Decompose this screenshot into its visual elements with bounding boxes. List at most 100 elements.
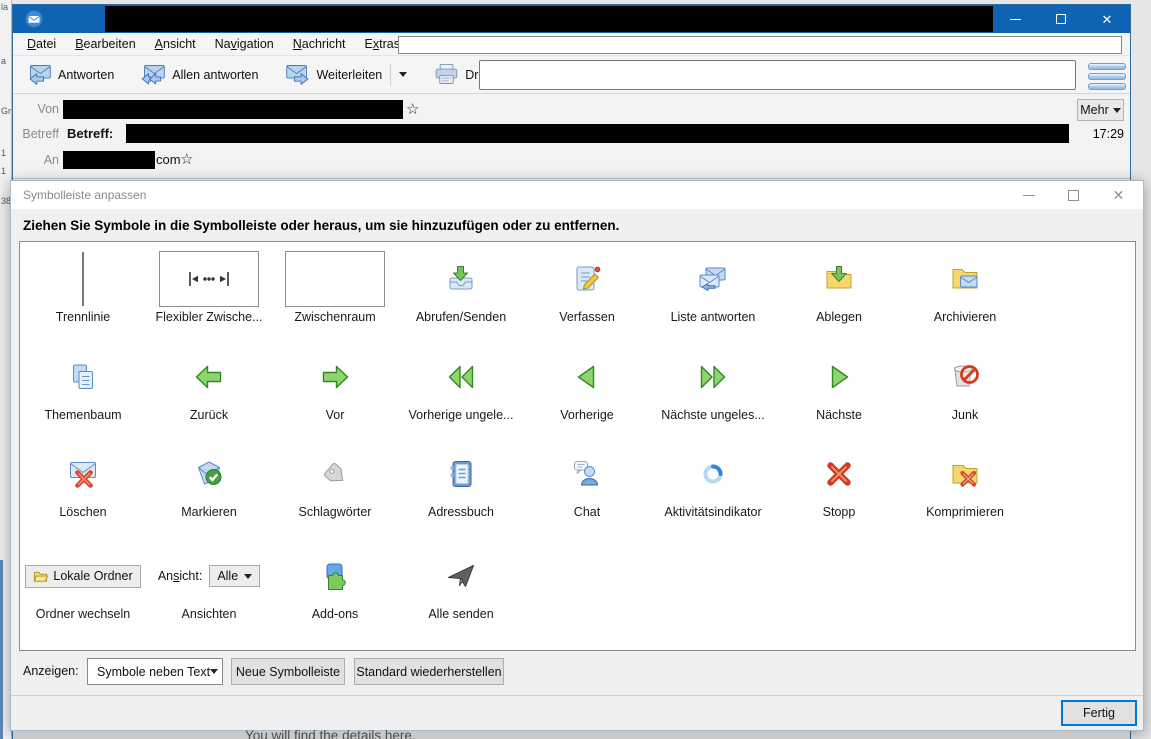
menu-item-ansicht[interactable]: Ansicht [155, 37, 196, 51]
weiterleiten-button[interactable]: Weiterleiten [278, 60, 388, 89]
palette-item-markieren[interactable]: Markieren [146, 445, 272, 519]
palette-item-label: Nächste ungeles... [661, 408, 765, 422]
palette-item-zur-ck[interactable]: Zurück [146, 348, 272, 422]
minimize-icon [1023, 195, 1035, 196]
palette-item-aktivit-tsindikator[interactable]: Aktivitätsindikator [650, 445, 776, 519]
stop-icon [823, 458, 855, 490]
background-text-fragment: 1 [1, 166, 12, 176]
more-button[interactable]: Mehr [1077, 99, 1124, 121]
antworten-button[interactable]: Antworten [20, 60, 120, 89]
palette-item-label: Löschen [59, 505, 106, 519]
palette-item-alle-senden[interactable]: Alle senden [398, 547, 524, 621]
star-icon[interactable]: ☆ [406, 102, 419, 117]
dialog-minimize-button[interactable] [1006, 181, 1051, 209]
minimize-icon [1010, 19, 1021, 20]
palette-item-label: Schlagwörter [299, 505, 372, 519]
palette-item-themenbaum[interactable]: Themenbaum [20, 348, 146, 422]
local-folders-button[interactable]: Lokale Ordner [25, 565, 140, 588]
print-icon [433, 63, 460, 86]
star-icon[interactable]: ☆ [180, 152, 193, 167]
allen-antworten-button[interactable]: Allen antworten [134, 60, 264, 89]
palette-item-ordner-wechseln[interactable]: Lokale Ordner Ordner wechseln [20, 547, 146, 621]
close-button[interactable]: ✕ [1084, 5, 1130, 33]
restore-default-button[interactable]: Standard wiederherstellen [354, 658, 504, 685]
thunderbird-app-icon [25, 10, 43, 28]
maximize-icon [1056, 14, 1066, 24]
palette-item-chat[interactable]: Chat [524, 445, 650, 519]
palette-item-zwischenraum[interactable]: Zwischenraum [272, 250, 398, 324]
palette-item-vorherige-ungele[interactable]: Vorherige ungele... [398, 348, 524, 422]
view-dropdown[interactable]: Alle [209, 565, 260, 587]
palette-item-label: Junk [952, 408, 978, 422]
next-icon [823, 361, 855, 393]
menu-item-nachricht[interactable]: Nachricht [293, 37, 346, 51]
palette-item-trennlinie[interactable]: Trennlinie [20, 250, 146, 324]
background-text-fragment: a [1, 56, 12, 66]
done-button[interactable]: Fertig [1061, 700, 1137, 726]
menu-item-bearbeiten[interactable]: Bearbeiten [75, 37, 135, 51]
palette-item-vor[interactable]: Vor [272, 348, 398, 422]
palette-item-label: Nächste [816, 408, 862, 422]
palette-item-label: Ordner wechseln [36, 607, 131, 621]
previous-unread-icon [445, 361, 477, 393]
palette-item-label: Komprimieren [926, 505, 1004, 519]
toolbar-button-label: Weiterleiten [316, 68, 382, 82]
menu-item-navigation[interactable]: Navigation [215, 37, 274, 51]
chevron-down-icon [244, 574, 252, 579]
message-pane-layout-icon[interactable] [1088, 61, 1126, 92]
addons-icon [319, 560, 351, 592]
background-window-border [0, 560, 3, 739]
palette-item-n-chste[interactable]: Nächste [776, 348, 902, 422]
palette-item-n-chste-ungeles[interactable]: Nächste ungeles... [650, 348, 776, 422]
reply-icon [26, 63, 53, 86]
palette-item-add-ons[interactable]: Add-ons [272, 547, 398, 621]
toolbar-separator [390, 64, 391, 86]
space-icon [285, 251, 385, 307]
palette-item-liste-antworten[interactable]: Liste antworten [650, 250, 776, 324]
compact-icon [949, 458, 981, 490]
menubar-input[interactable] [398, 36, 1122, 54]
palette-item-label: Vor [326, 408, 345, 422]
palette-item-komprimieren[interactable]: Komprimieren [902, 445, 1028, 519]
dialog-close-button[interactable]: ✕ [1096, 181, 1141, 209]
menu-item-extras[interactable]: Extras [365, 37, 400, 51]
palette-item-l-schen[interactable]: Löschen [20, 445, 146, 519]
palette-item-ablegen[interactable]: Ablegen [776, 250, 902, 324]
palette-item-ansichten[interactable]: Ansicht:AlleAnsichten [146, 547, 272, 621]
palette-item-schlagw-rter[interactable]: Schlagwörter [272, 445, 398, 519]
message-header: Von ☆ Mehr Betreff Betreff: 17:29 An com… [13, 94, 1130, 179]
subject-prefix: Betreff: [67, 126, 113, 141]
palette-item-junk[interactable]: Junk [902, 348, 1028, 422]
palette-item-label: Ablegen [816, 310, 862, 324]
palette-item-adressbuch[interactable]: Adressbuch [398, 445, 524, 519]
palette-item-label: Chat [574, 505, 600, 519]
from-label: Von [28, 102, 59, 116]
menu-item-datei[interactable]: Datei [27, 37, 56, 51]
reply-list-icon [697, 263, 729, 295]
window-titlebar: ✕ [13, 5, 1130, 33]
display-mode-label: Anzeigen: [23, 664, 79, 678]
folder-icon [33, 569, 48, 584]
palette-item-archivieren[interactable]: Archivieren [902, 250, 1028, 324]
new-toolbar-button[interactable]: Neue Symbolleiste [231, 658, 345, 685]
get-messages-icon [445, 263, 477, 295]
palette-item-abrufen-senden[interactable]: Abrufen/Senden [398, 250, 524, 324]
archive-icon [949, 263, 981, 295]
palette-item-label: Verfassen [559, 310, 615, 324]
display-mode-dropdown[interactable]: Symbole neben Text [87, 658, 223, 685]
thread-tree-icon [67, 361, 99, 393]
palette-item-label: Archivieren [934, 310, 997, 324]
palette-item-stopp[interactable]: Stopp [776, 445, 902, 519]
minimize-button[interactable] [992, 5, 1038, 33]
dialog-maximize-button[interactable] [1051, 181, 1096, 209]
palette-item-verfassen[interactable]: Verfassen [524, 250, 650, 324]
forward-icon [284, 63, 311, 86]
maximize-button[interactable] [1038, 5, 1084, 33]
search-input[interactable] [479, 60, 1076, 90]
view-dropdown-value: Alle [217, 569, 238, 583]
forward-arrow-icon [319, 361, 351, 393]
activity-indicator-icon [697, 458, 729, 490]
weiterleiten-dropdown-button[interactable] [393, 68, 413, 81]
palette-item-flexibler-zwische[interactable]: Flexibler Zwische... [146, 250, 272, 324]
palette-item-vorherige[interactable]: Vorherige [524, 348, 650, 422]
